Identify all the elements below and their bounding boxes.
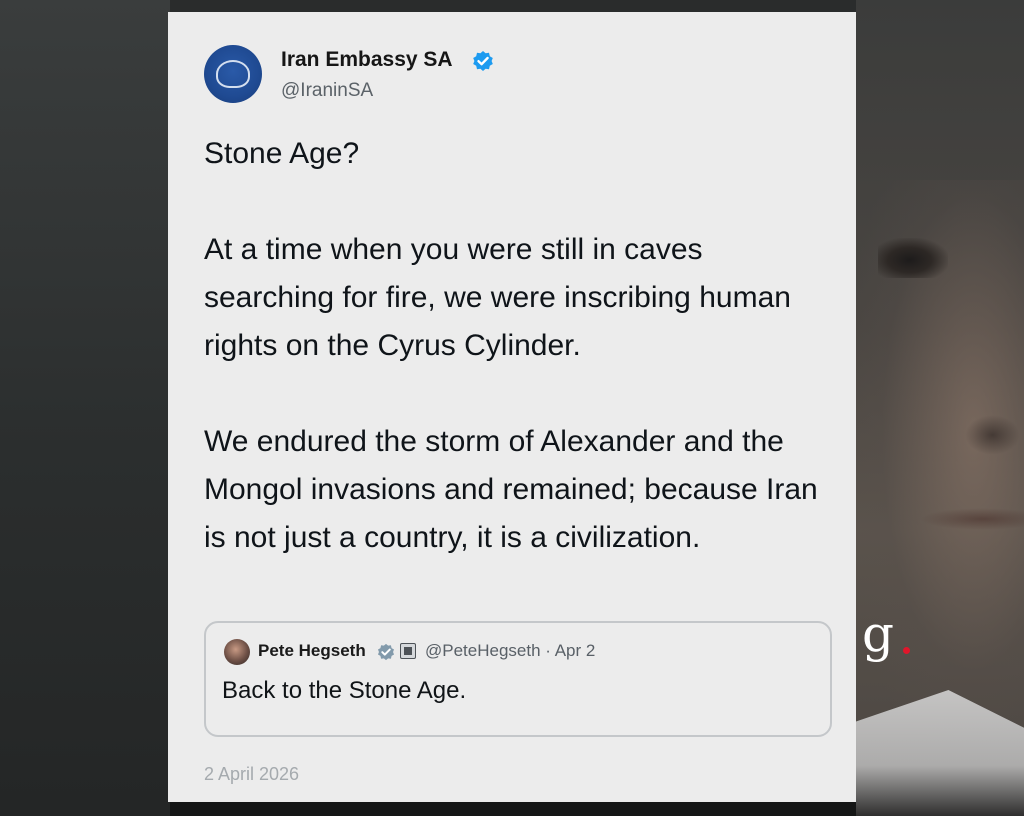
- government-badge-icon: [377, 643, 395, 661]
- background-top: [170, 0, 860, 12]
- brand-logo-dot: [903, 647, 910, 654]
- quoted-text: Back to the Stone Age.: [222, 677, 467, 704]
- author-handle[interactable]: @IraninSA: [281, 80, 373, 102]
- portrait-mouth: [920, 508, 1024, 530]
- affiliation-icon: [400, 643, 416, 659]
- tweet-paragraph: Stone Age?: [204, 137, 360, 170]
- emblem-icon: [216, 60, 250, 88]
- author-name[interactable]: Iran Embassy SA: [281, 48, 453, 72]
- brand-logo: g: [862, 605, 895, 663]
- verified-badge-icon: [473, 51, 493, 71]
- tweet-date[interactable]: 2 April 2026: [204, 764, 299, 785]
- background-bottom: [170, 802, 856, 816]
- author-avatar[interactable]: [204, 45, 262, 103]
- portrait-eye: [878, 238, 948, 278]
- tweet-paragraph: At a time when you were still in caves s…: [204, 233, 791, 362]
- quoted-tweet[interactable]: Pete Hegseth @PeteHegseth · Apr 2 Back t…: [204, 621, 832, 737]
- quoted-author-name[interactable]: Pete Hegseth: [258, 641, 366, 661]
- background-left: [0, 0, 170, 816]
- quoted-author-avatar[interactable]: [224, 639, 250, 665]
- portrait-nose: [965, 415, 1020, 455]
- tweet-card: Iran Embassy SA @IraninSA Stone Age? At …: [168, 12, 856, 802]
- quoted-meta: @PeteHegseth · Apr 2: [425, 641, 596, 660]
- tweet-paragraph: We endured the storm of Alexander and th…: [204, 425, 818, 554]
- tweet-body: Stone Age? At a time when you were still…: [204, 130, 834, 562]
